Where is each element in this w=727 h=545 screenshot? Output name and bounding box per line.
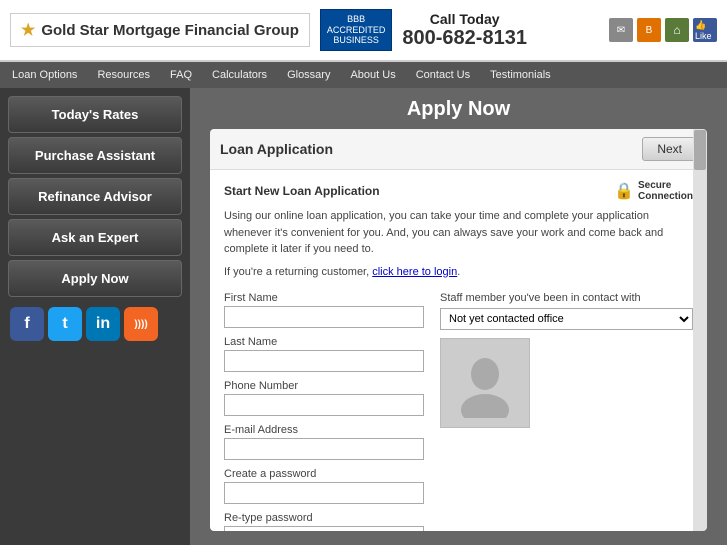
main-layout: Today's Rates Purchase Assistant Refinan… bbox=[0, 88, 727, 545]
facebook-icon[interactable]: f bbox=[10, 307, 44, 341]
start-header-text: Start New Loan Application bbox=[224, 184, 380, 198]
form-start-header: Start New Loan Application 🔒 Secure Conn… bbox=[224, 180, 693, 202]
staff-group: Staff member you've been in contact with… bbox=[440, 292, 693, 330]
sidebar-refinance-advisor[interactable]: Refinance Advisor bbox=[8, 178, 182, 215]
form-description: Using our online loan application, you c… bbox=[224, 208, 693, 258]
page-title: Apply Now bbox=[190, 88, 727, 129]
logo-text: Gold Star Mortgage Financial Group bbox=[41, 22, 299, 39]
nav-testimonials[interactable]: Testimonials bbox=[480, 65, 561, 85]
last-name-group: Last Name bbox=[224, 336, 424, 372]
form-title: Loan Application bbox=[220, 141, 333, 157]
email-input[interactable] bbox=[224, 438, 424, 460]
email-group: E-mail Address bbox=[224, 424, 424, 460]
form-body: Start New Loan Application 🔒 Secure Conn… bbox=[210, 170, 707, 531]
form-left-column: First Name Last Name Phone Number E bbox=[224, 292, 424, 532]
nav-resources[interactable]: Resources bbox=[87, 65, 160, 85]
scrollbar-track[interactable] bbox=[693, 129, 707, 531]
sidebar-todays-rates[interactable]: Today's Rates bbox=[8, 96, 182, 133]
rss-icon[interactable]: )))) bbox=[124, 307, 158, 341]
nav-glossary[interactable]: Glossary bbox=[277, 65, 340, 85]
first-name-label: First Name bbox=[224, 292, 424, 304]
twitter-icon[interactable]: t bbox=[48, 307, 82, 341]
avatar-silhouette bbox=[450, 348, 520, 418]
secure-label: Secure bbox=[638, 180, 671, 191]
email-icon[interactable]: ✉ bbox=[609, 18, 633, 42]
connection-label: Connection bbox=[638, 191, 693, 202]
like-button[interactable]: 👍 Like bbox=[693, 18, 717, 42]
blog-icon[interactable]: B bbox=[637, 18, 661, 42]
login-link[interactable]: click here to login bbox=[372, 266, 457, 278]
nav-calculators[interactable]: Calculators bbox=[202, 65, 277, 85]
staff-select[interactable]: Not yet contacted office bbox=[440, 308, 693, 330]
login-prompt: If you're a returning customer, click he… bbox=[224, 266, 693, 278]
logo: ★ Gold Star Mortgage Financial Group bbox=[10, 13, 310, 47]
sidebar: Today's Rates Purchase Assistant Refinan… bbox=[0, 88, 190, 545]
retype-label: Re-type password bbox=[224, 512, 424, 524]
top-navigation: Loan Options Resources FAQ Calculators G… bbox=[0, 62, 727, 88]
form-container: Loan Application Next Start New Loan App… bbox=[210, 129, 707, 531]
site-header: ★ Gold Star Mortgage Financial Group BBB… bbox=[0, 0, 727, 62]
header-icons: ✉ B ⌂ 👍 Like bbox=[609, 18, 717, 42]
password-group: Create a password bbox=[224, 468, 424, 504]
sidebar-purchase-assistant[interactable]: Purchase Assistant bbox=[8, 137, 182, 174]
nav-about-us[interactable]: About Us bbox=[340, 65, 405, 85]
form-right-column: Staff member you've been in contact with… bbox=[440, 292, 693, 532]
nav-loan-options[interactable]: Loan Options bbox=[2, 65, 87, 85]
nav-contact-us[interactable]: Contact Us bbox=[406, 65, 480, 85]
call-today-label: Call Today bbox=[402, 11, 527, 27]
nav-faq[interactable]: FAQ bbox=[160, 65, 202, 85]
staff-label: Staff member you've been in contact with bbox=[440, 292, 693, 304]
retype-input[interactable] bbox=[224, 526, 424, 532]
logo-star-icon: ★ bbox=[21, 20, 35, 40]
phone-label: Phone Number bbox=[224, 380, 424, 392]
retype-password-group: Re-type password bbox=[224, 512, 424, 532]
phone-number: 800-682-8131 bbox=[402, 27, 527, 50]
form-header: Loan Application Next bbox=[210, 129, 707, 170]
form-fields: First Name Last Name Phone Number E bbox=[224, 292, 693, 532]
phone-group: Phone Number bbox=[224, 380, 424, 416]
social-icons: f t in )))) bbox=[8, 307, 182, 341]
email-label: E-mail Address bbox=[224, 424, 424, 436]
home-icon[interactable]: ⌂ bbox=[665, 18, 689, 42]
phone-input[interactable] bbox=[224, 394, 424, 416]
first-name-input[interactable] bbox=[224, 306, 424, 328]
scrollbar-thumb[interactable] bbox=[694, 130, 706, 170]
secure-connection-badge: 🔒 Secure Connection bbox=[614, 180, 693, 202]
sidebar-ask-expert[interactable]: Ask an Expert bbox=[8, 219, 182, 256]
main-content: Apply Now Loan Application Next Start Ne… bbox=[190, 88, 727, 545]
password-input[interactable] bbox=[224, 482, 424, 504]
bbb-badge: BBB ACCREDITED BUSINESS bbox=[320, 9, 393, 51]
password-label: Create a password bbox=[224, 468, 424, 480]
call-box: Call Today 800-682-8131 bbox=[402, 11, 527, 50]
last-name-label: Last Name bbox=[224, 336, 424, 348]
lock-icon: 🔒 bbox=[614, 181, 634, 201]
first-name-group: First Name bbox=[224, 292, 424, 328]
linkedin-icon[interactable]: in bbox=[86, 307, 120, 341]
sidebar-apply-now[interactable]: Apply Now bbox=[8, 260, 182, 297]
last-name-input[interactable] bbox=[224, 350, 424, 372]
avatar-placeholder bbox=[440, 338, 530, 428]
next-button[interactable]: Next bbox=[642, 137, 697, 161]
